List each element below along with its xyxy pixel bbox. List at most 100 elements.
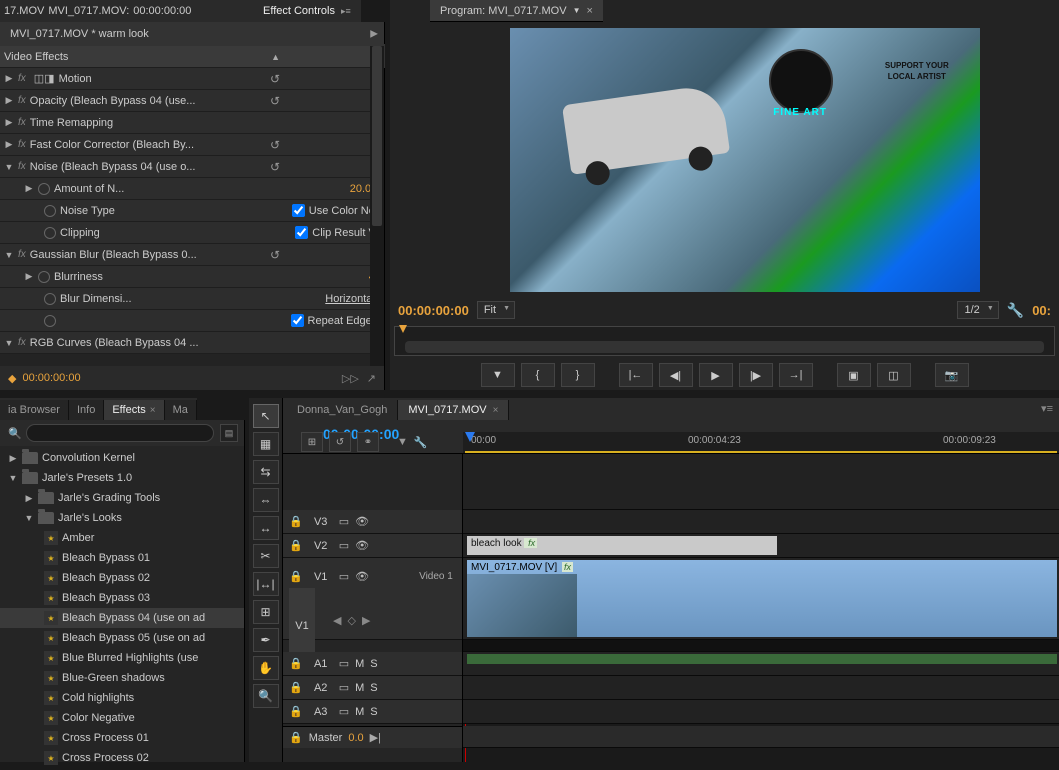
source-tabs[interactable]: 17.MOV MVI_0717.MOV: 00:00:00:00 — [0, 0, 253, 22]
track-v3-lane[interactable] — [463, 510, 1059, 534]
program-canvas[interactable]: FINE ART SUPPORT YOUR LOCAL ARTIST — [510, 28, 980, 292]
mute-button[interactable]: M — [355, 658, 364, 670]
stopwatch-icon[interactable] — [44, 293, 56, 305]
stopwatch-icon[interactable] — [38, 271, 50, 283]
close-icon[interactable]: × — [586, 5, 592, 17]
video-toggle-icon[interactable]: ▭ — [339, 539, 349, 552]
timeline-tracks[interactable]: bleach look MVI_0717.MOV [V] — [463, 454, 1059, 762]
ec-motion-row[interactable]: ▶ fx ◫◨ Motion ↺ — [0, 68, 384, 90]
program-timecode[interactable]: 00:00:00:00 — [398, 303, 469, 318]
solo-button[interactable]: S — [370, 682, 377, 694]
selection-tool[interactable]: ↖ — [253, 404, 279, 428]
program-playhead[interactable] — [399, 325, 407, 333]
fx-badge[interactable]: fx — [18, 337, 26, 348]
ec-category-video[interactable]: Video Effects ▲ — [0, 46, 384, 68]
reset-icon[interactable]: ↺ — [270, 248, 280, 262]
snap-button[interactable]: ⊞ — [301, 432, 323, 452]
clip-audio[interactable] — [467, 654, 1057, 664]
twirl-icon[interactable]: ▶ — [4, 95, 14, 106]
rate-stretch-tool[interactable]: ↔ — [253, 516, 279, 540]
step-back-button[interactable]: ◀| — [659, 363, 693, 387]
fx-badge[interactable]: fx — [18, 117, 26, 128]
track-v1-lane[interactable]: MVI_0717.MOV [V] — [463, 558, 1059, 640]
resolution-dropdown[interactable]: 1/2 — [957, 301, 998, 319]
fx-badge[interactable]: fx — [18, 95, 26, 106]
add-keyframe-icon[interactable]: ◇ — [347, 614, 355, 627]
program-tab[interactable]: Program: MVI_0717.MOV ▼ × — [430, 0, 603, 22]
razor-tool[interactable]: ✂ — [253, 544, 279, 568]
markers-tab[interactable]: Ma — [165, 400, 197, 420]
add-marker-icon[interactable]: ▼ — [397, 436, 408, 448]
ec-footer-icon-1[interactable]: ▷▷ — [342, 372, 359, 385]
play-button[interactable]: ▶ — [699, 363, 733, 387]
extract-button[interactable]: ◫ — [877, 363, 911, 387]
fx-badge[interactable]: fx — [18, 161, 26, 172]
media-browser-tab[interactable]: ia Browser — [0, 400, 69, 420]
lock-icon[interactable]: 🔒 — [289, 657, 303, 670]
solo-button[interactable]: S — [370, 658, 377, 670]
pen-tool[interactable]: ✒ — [253, 628, 279, 652]
track-header-v3[interactable]: 🔒 V3 ▭ 👁 — [283, 510, 462, 534]
repeat-edge-checkbox[interactable] — [291, 314, 304, 327]
program-out-timecode[interactable]: 00: — [1032, 303, 1051, 318]
video-toggle-icon[interactable]: ▭ — [339, 515, 349, 528]
preset-cold[interactable]: Cold highlights — [0, 688, 244, 708]
export-frame-button[interactable]: 📷 — [935, 363, 969, 387]
goto-out-button[interactable]: →| — [779, 363, 813, 387]
link-button[interactable]: ⚭ — [357, 432, 379, 452]
effects-search-input[interactable] — [26, 424, 214, 442]
ec-footer-timecode[interactable]: 00:00:00:00 — [22, 372, 80, 384]
zoom-fit-dropdown[interactable]: Fit — [477, 301, 515, 319]
track-a2-lane[interactable] — [463, 676, 1059, 700]
folder-convolution[interactable]: ▶Convolution Kernel — [0, 448, 244, 468]
eye-icon[interactable]: 👁 — [355, 539, 369, 552]
video-toggle-icon[interactable]: ▭ — [339, 570, 349, 583]
ec-scrollbar[interactable] — [370, 46, 384, 366]
folder-looks[interactable]: ▼Jarle's Looks — [0, 508, 244, 528]
effect-controls-tab[interactable]: Effect Controls ▸≡ — [253, 0, 361, 22]
reset-icon[interactable]: ↺ — [270, 94, 280, 108]
preset-bb1[interactable]: Bleach Bypass 01 — [0, 548, 244, 568]
lock-icon[interactable]: 🔒 — [289, 539, 303, 552]
zoom-tool[interactable]: 🔍 — [253, 684, 279, 708]
mute-button[interactable]: M — [355, 682, 364, 694]
out-button[interactable]: } — [561, 363, 595, 387]
ec-fcc-row[interactable]: ▶ fx Fast Color Corrector (Bleach By... … — [0, 134, 384, 156]
twirl-icon[interactable]: ▶ — [24, 271, 34, 282]
keyframe-indicator-icon[interactable]: ◆ — [8, 372, 16, 385]
in-button[interactable]: { — [521, 363, 555, 387]
ec-opacity-row[interactable]: ▶ fx Opacity (Bleach Bypass 04 (use... ↺ — [0, 90, 384, 112]
dropdown-icon[interactable]: ▼ — [573, 6, 581, 15]
audio-toggle-icon[interactable]: ▭ — [339, 705, 349, 718]
new-bin-button[interactable]: ▤ — [220, 424, 238, 442]
ec-footer-icon-2[interactable]: ↗ — [367, 372, 376, 385]
sequence-tab-clip[interactable]: MVI_0717.MOV× — [398, 400, 509, 420]
scrollbar-thumb[interactable] — [372, 46, 382, 226]
preset-bb3[interactable]: Bleach Bypass 03 — [0, 588, 244, 608]
slide-tool[interactable]: ⊞ — [253, 600, 279, 624]
timeline-ruler[interactable]: 00:00 00:00:04:23 00:00:09:23 — [463, 432, 1059, 454]
ec-noise-amount[interactable]: ▶ Amount of N... 20.0 % — [0, 178, 384, 200]
preset-bb2[interactable]: Bleach Bypass 02 — [0, 568, 244, 588]
twirl-icon[interactable]: ▼ — [4, 338, 14, 348]
mute-button[interactable]: M — [355, 706, 364, 718]
ec-blur-dim[interactable]: Blur Dimensi... Horizontal... — [0, 288, 384, 310]
preset-cp2[interactable]: Cross Process 02 — [0, 748, 244, 768]
twirl-icon[interactable]: ▼ — [4, 162, 14, 172]
preset-bb5[interactable]: Bleach Bypass 05 (use on ad — [0, 628, 244, 648]
ruler-range[interactable] — [465, 451, 1057, 453]
lock-icon[interactable]: 🔒 — [289, 515, 303, 528]
stopwatch-icon[interactable] — [44, 227, 56, 239]
eye-icon[interactable]: 👁 — [355, 570, 369, 583]
clip-adjustment[interactable]: bleach look — [467, 536, 777, 555]
ripple-edit-tool[interactable]: ⇆ — [253, 460, 279, 484]
track-header-a2[interactable]: 🔒 A2 ▭ M S — [283, 676, 462, 700]
effects-tab[interactable]: Effects× — [104, 400, 164, 420]
preset-amber[interactable]: Amber — [0, 528, 244, 548]
track-master-lane[interactable] — [463, 726, 1059, 748]
ec-noise-row[interactable]: ▼ fx Noise (Bleach Bypass 04 (use o... ↺ — [0, 156, 384, 178]
stopwatch-icon[interactable] — [44, 205, 56, 217]
track-header-a3[interactable]: 🔒 A3 ▭ M S — [283, 700, 462, 724]
fx-badge[interactable]: fx — [18, 249, 26, 260]
twirl-icon[interactable]: ▶ — [4, 117, 14, 128]
